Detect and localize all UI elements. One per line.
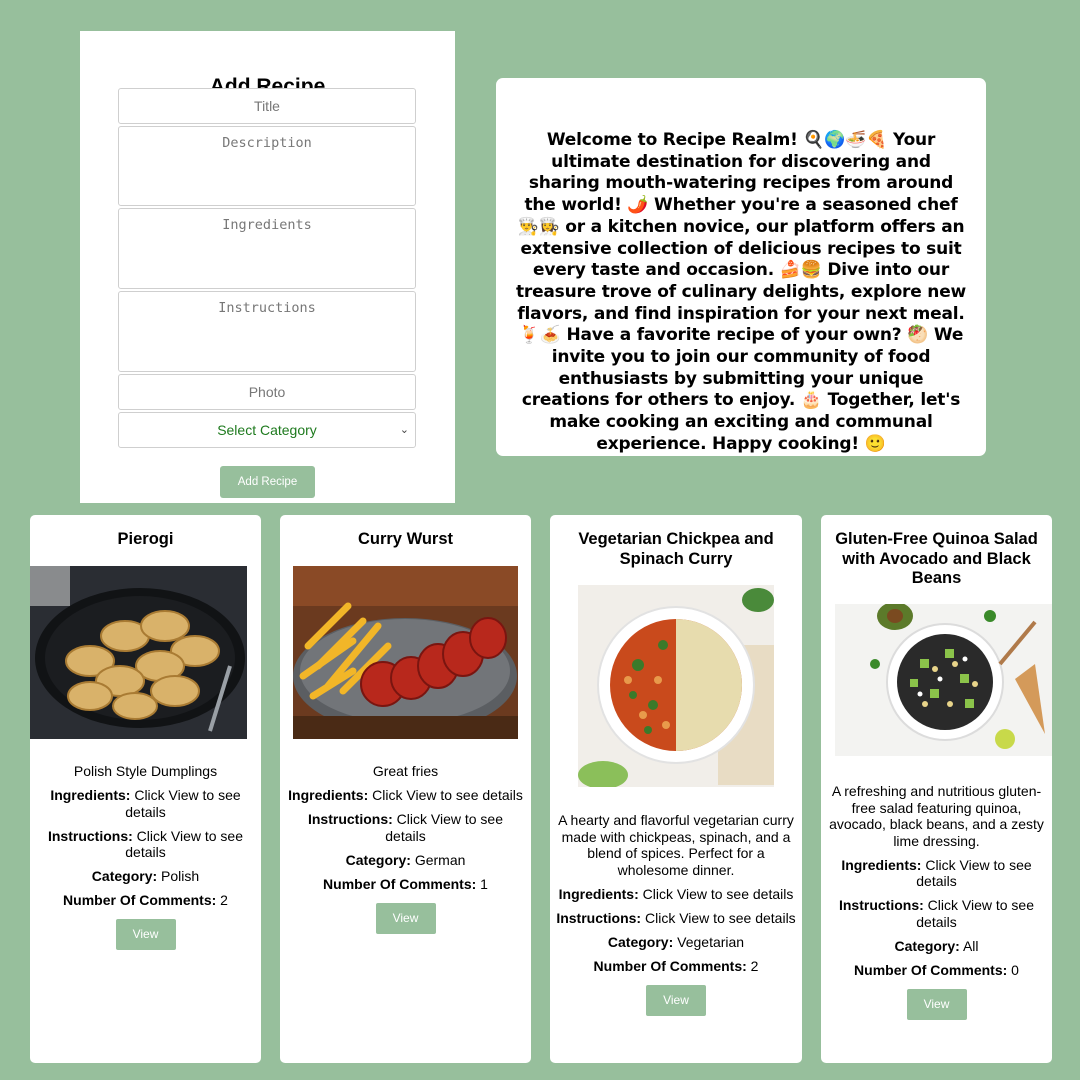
category-label: Category:	[894, 937, 960, 954]
ingredients-value: Click View to see details	[642, 885, 794, 902]
category-value: Polish	[161, 868, 200, 884]
category-select[interactable]: Select Category ⌄	[118, 412, 416, 448]
recipe-details: Great fries Ingredients: Click View to s…	[286, 763, 525, 934]
category-value: German	[414, 851, 466, 868]
recipe-details: A hearty and flavorful vegetarian curry …	[556, 812, 796, 1016]
recipe-instructions: Instructions: Click View to see details	[556, 910, 796, 927]
comments-value: 0	[1011, 961, 1019, 978]
chickpea-curry-bowl-image	[578, 585, 774, 787]
category-label: Category:	[607, 933, 674, 950]
recipe-description: A hearty and flavorful vegetarian curry …	[558, 812, 794, 878]
instructions-label: Instructions:	[838, 897, 924, 913]
recipe-title: Curry Wurst	[357, 530, 454, 548]
instructions-value: Click View to see details	[644, 909, 796, 926]
recipe-description: A refreshing and nutritious gluten-free …	[829, 783, 1044, 849]
ingredients-label: Ingredients:	[558, 885, 639, 902]
instructions-textarea[interactable]: Instructions	[118, 291, 416, 372]
recipe-details: A refreshing and nutritious gluten-free …	[827, 783, 1046, 1020]
recipe-category: Category: Polish	[36, 868, 255, 885]
ingredients-value: Click View to see details	[372, 787, 523, 803]
add-recipe-button[interactable]: Add Recipe	[220, 466, 315, 498]
category-select-value: Select Category	[217, 422, 317, 438]
recipe-title: Gluten-Free Quinoa Salad with Avocado an…	[835, 530, 1038, 587]
ingredients-value: Click View to see details	[916, 856, 1032, 890]
view-button[interactable]: View	[646, 984, 706, 1016]
ingredients-value: Click View to see details	[125, 787, 241, 820]
recipe-category: Category: All	[827, 938, 1046, 955]
recipe-ingredients: Ingredients: Click View to see details	[556, 886, 796, 903]
comments-label: Number Of Comments:	[323, 875, 477, 892]
welcome-panel: Welcome to Recipe Realm! 🍳🌍🍜🍕 Your ultim…	[496, 78, 986, 456]
recipe-ingredients: Ingredients: Click View to see details	[286, 787, 525, 804]
quinoa-salad-bowl-image	[835, 604, 1052, 756]
comments-value: 2	[220, 892, 228, 908]
category-value: Vegetarian	[677, 933, 745, 950]
view-button[interactable]: View	[375, 902, 436, 934]
category-label: Category:	[91, 868, 158, 884]
recipe-comments: Number Of Comments: 0	[827, 962, 1046, 979]
welcome-message: Welcome to Recipe Realm! 🍳🌍🍜🍕 Your ultim…	[515, 130, 967, 454]
comments-label: Number Of Comments:	[593, 957, 747, 974]
recipe-comments: Number Of Comments: 1	[286, 876, 525, 893]
recipe-ingredients: Ingredients: Click View to see details	[827, 857, 1046, 890]
title-input[interactable]: Title	[118, 88, 416, 124]
comments-label: Number Of Comments:	[63, 892, 217, 908]
add-recipe-form: Add Recipe Title Description Ingredients…	[80, 31, 455, 503]
category-label: Category:	[345, 851, 411, 868]
recipe-card: Pierogi Polish Style Dumplings Ingredien…	[30, 515, 261, 1063]
recipe-comments: Number Of Comments: 2	[556, 958, 796, 975]
recipe-description: Great fries	[372, 763, 439, 779]
recipe-description: Polish Style Dumplings	[73, 763, 218, 779]
comments-label: Number Of Comments:	[854, 961, 1008, 978]
instructions-value: Click View to see details	[125, 827, 243, 861]
recipe-title: Vegetarian Chickpea and Spinach Curry	[578, 530, 774, 568]
view-button[interactable]: View	[906, 988, 967, 1020]
recipe-category: Category: Vegetarian	[556, 934, 796, 951]
chevron-down-icon: ⌄	[399, 424, 409, 436]
recipe-instructions: Instructions: Click View to see details	[827, 897, 1046, 930]
recipe-card: Gluten-Free Quinoa Salad with Avocado an…	[821, 515, 1052, 1063]
description-textarea[interactable]: Description	[118, 126, 416, 206]
recipe-title: Pierogi	[117, 530, 174, 548]
recipe-instructions: Instructions: Click View to see details	[286, 811, 525, 844]
instructions-value: Click View to see details	[916, 897, 1034, 930]
view-button[interactable]: View	[115, 919, 176, 950]
category-value: All	[962, 937, 979, 954]
currywurst-fries-image	[293, 566, 518, 739]
ingredients-label: Ingredients:	[841, 856, 922, 873]
comments-value: 2	[750, 957, 759, 974]
instructions-label: Instructions:	[556, 909, 642, 926]
ingredients-label: Ingredients:	[288, 787, 369, 803]
ingredients-label: Ingredients:	[50, 787, 131, 803]
recipe-category: Category: German	[286, 852, 525, 869]
recipe-details: Polish Style Dumplings Ingredients: Clic…	[36, 763, 255, 950]
instructions-value: Click View to see details	[385, 811, 503, 844]
recipe-instructions: Instructions: Click View to see details	[36, 828, 255, 861]
instructions-label: Instructions:	[307, 811, 393, 827]
recipe-card: Curry Wurst Great fries Ingredients: Cli…	[280, 515, 531, 1063]
photo-input[interactable]: Photo	[118, 374, 416, 410]
recipe-card: Vegetarian Chickpea and Spinach Curry A …	[550, 515, 802, 1063]
ingredients-textarea[interactable]: Ingredients	[118, 208, 416, 289]
comments-value: 1	[480, 875, 488, 892]
pierogi-dish-image	[30, 566, 247, 739]
instructions-label: Instructions:	[47, 827, 133, 844]
recipe-ingredients: Ingredients: Click View to see details	[36, 787, 255, 820]
recipe-comments: Number Of Comments: 2	[36, 892, 255, 909]
